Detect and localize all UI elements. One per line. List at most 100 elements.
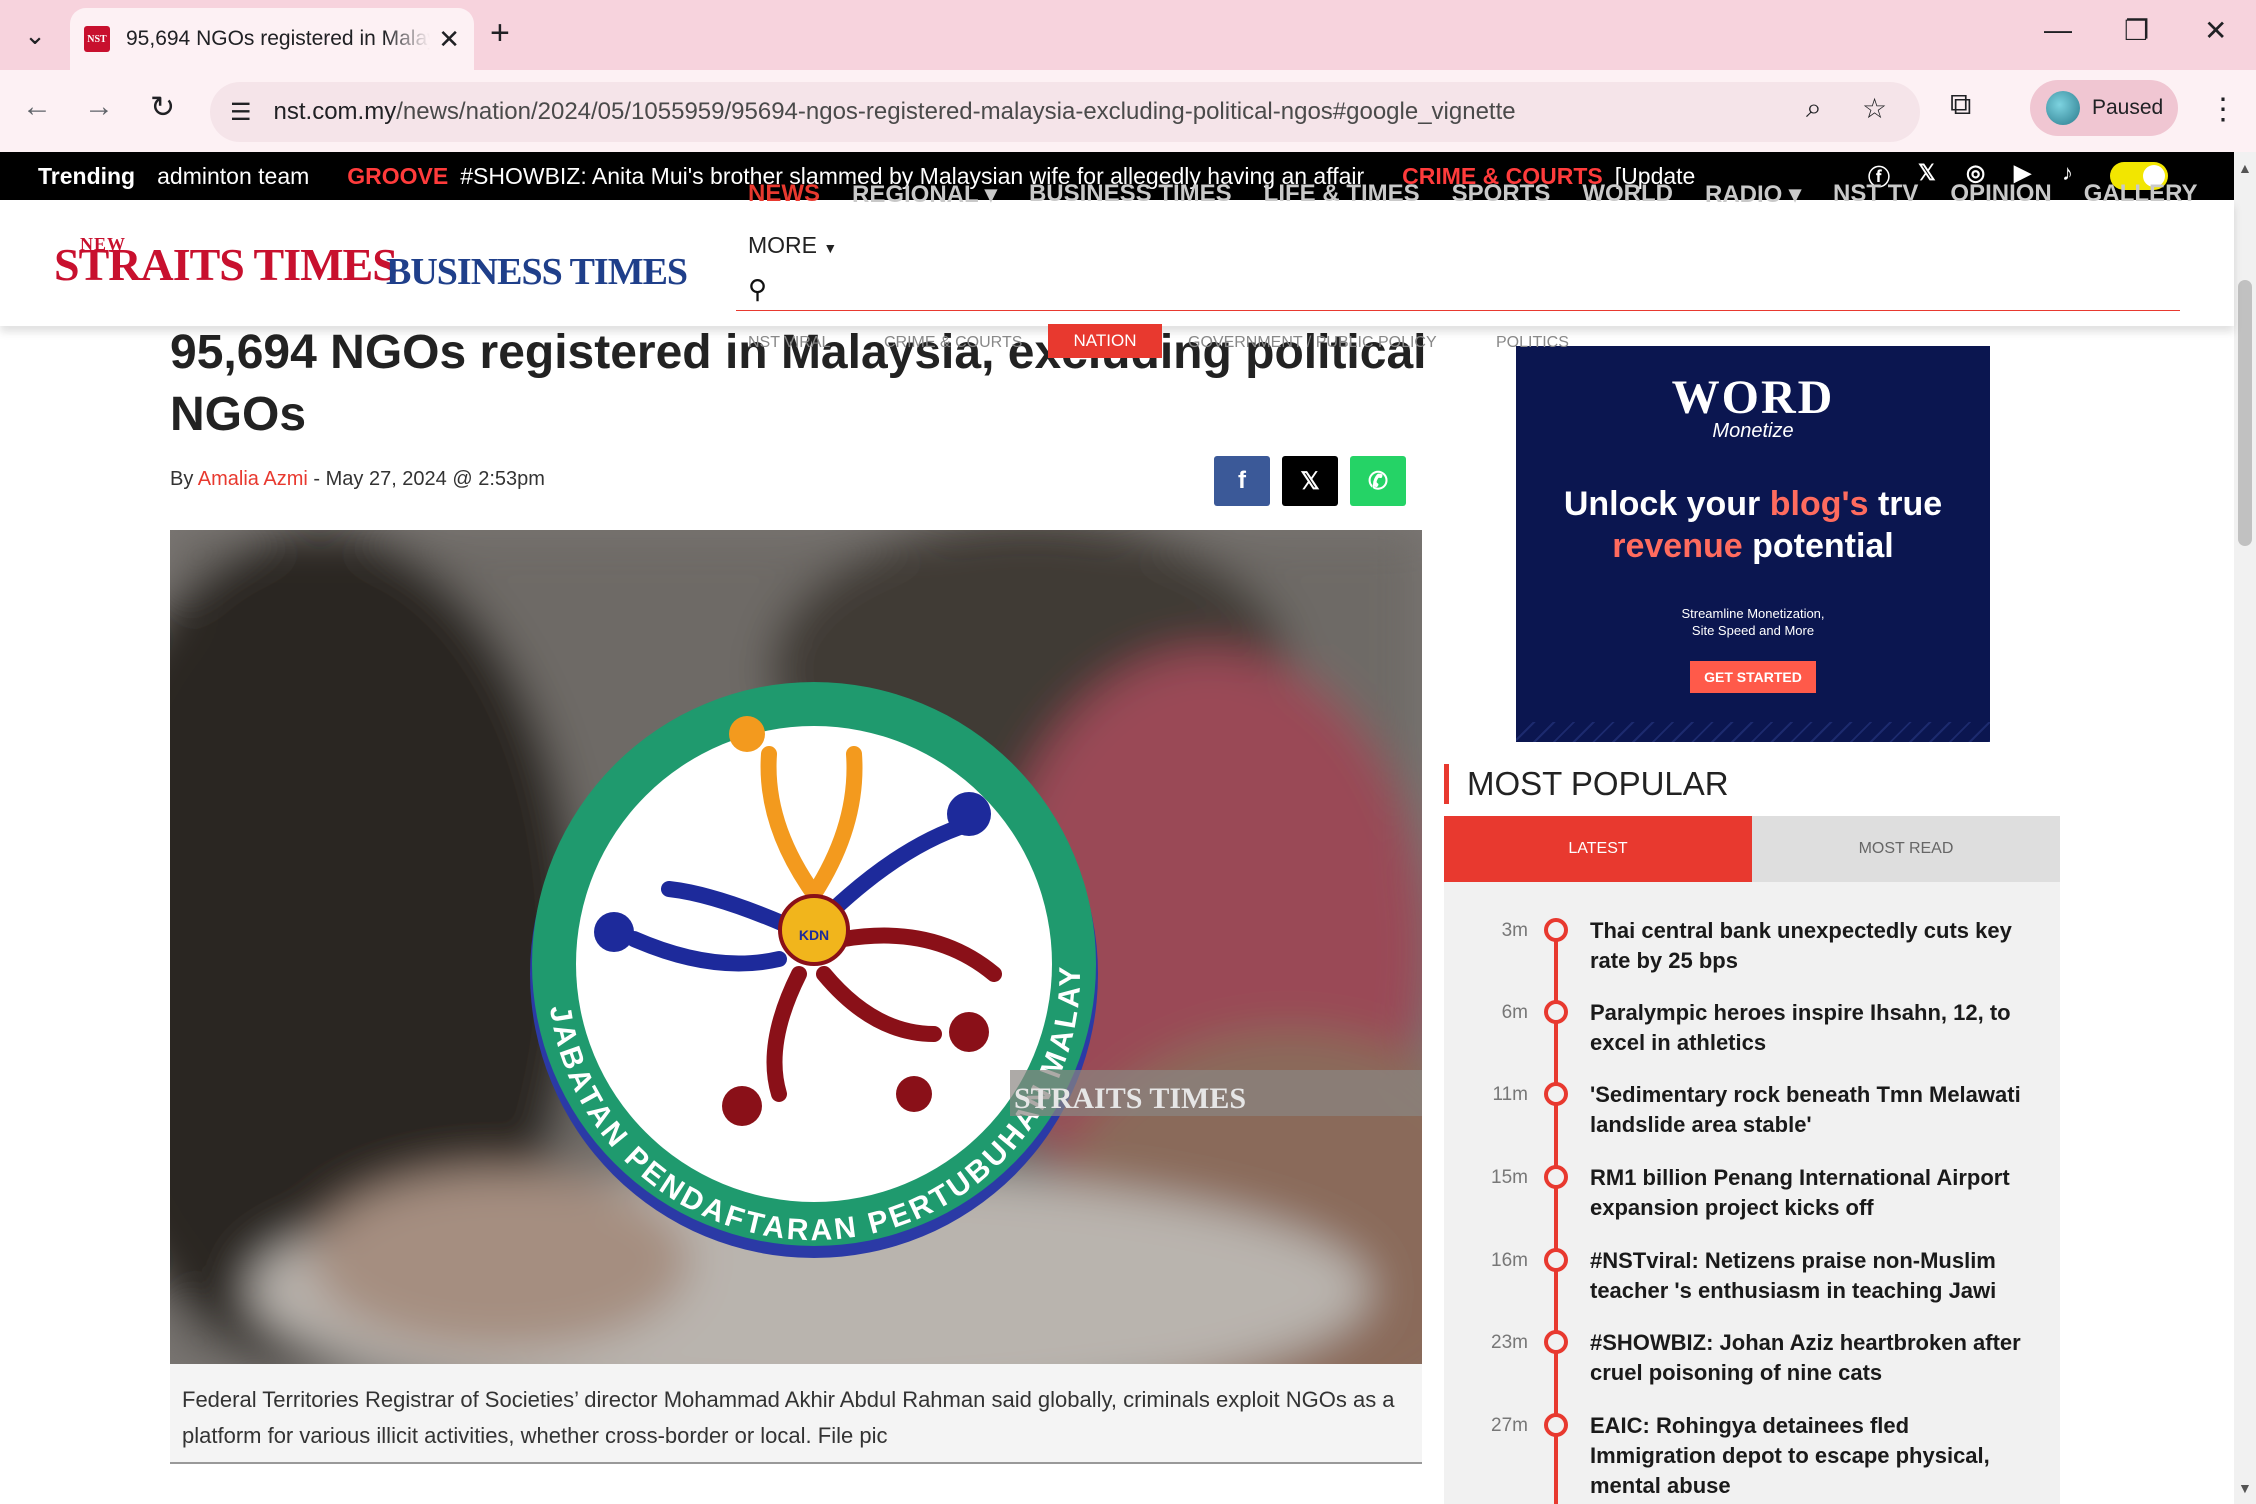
profile-label: Paused [2092, 96, 2164, 119]
business-times-logo[interactable]: BUSINESS TIMES [386, 250, 688, 294]
tab-search-icon[interactable]: ⌄ [12, 12, 58, 58]
tab-latest[interactable]: LATEST [1444, 816, 1752, 882]
most-popular-title: MOST POPULAR [1444, 764, 1729, 804]
nav-nst-tv[interactable]: NST TV [1833, 180, 1918, 209]
ad-headline: Unlock your blog's true revenue potentia… [1563, 485, 1943, 565]
profile-button[interactable]: Paused [2030, 80, 2178, 136]
scroll-up-icon[interactable]: ▲ [2238, 160, 2252, 176]
plus-icon[interactable]: + [490, 14, 510, 53]
trending-category[interactable]: GROOVE [347, 163, 448, 190]
window-close-icon[interactable]: ✕ [2204, 14, 2227, 47]
tab-most-read[interactable]: MOST READ [1752, 816, 2060, 882]
timeline-dot [1544, 1082, 1568, 1106]
nav-life-times[interactable]: LIFE & TIMES [1264, 180, 1420, 209]
zoom-icon[interactable]: ⌕ [1806, 92, 1822, 125]
publish-date: - May 27, 2024 @ 2:53pm [307, 468, 545, 490]
ad-brand-logo: WORD [1671, 371, 1835, 424]
item-headline[interactable]: 'Sedimentary rock beneath Tmn Melawati l… [1590, 1080, 2030, 1140]
avatar [2046, 91, 2080, 125]
item-headline[interactable]: Thai central bank unexpectedly cuts key … [1590, 916, 2030, 976]
byline: By Amalia Azmi - May 27, 2024 @ 2:53pm [170, 468, 545, 490]
kebab-icon[interactable]: ⋮ [2208, 92, 2238, 127]
url-text[interactable]: nst.com.my/news/nation/2024/05/1055959/9… [274, 98, 1516, 126]
site-header: NEW STRAITS TIMES BUSINESS TIMES NEWS RE… [0, 180, 2234, 326]
kdn-badge: KDN [799, 927, 829, 943]
item-time: 16m [1491, 1250, 1528, 1271]
author-link[interactable]: Amalia Azmi [198, 468, 308, 490]
subnav-government[interactable]: GOVERNMENT / PUBLIC POLICY [1188, 334, 1437, 352]
whatsapp-icon: ✆ [1367, 467, 1389, 495]
facebook-share-button[interactable]: f [1214, 456, 1270, 506]
ad-footer-pattern [1516, 722, 1990, 742]
item-headline[interactable]: Paralympic heroes inspire Ihsahn, 12, to… [1590, 998, 2030, 1058]
item-time: 27m [1491, 1415, 1528, 1436]
item-time: 6m [1501, 1002, 1528, 1023]
timeline-dot [1544, 918, 1568, 942]
ad-subtext: Streamline Monetization, Site Speed and M… [1681, 606, 1825, 638]
nav-opinion[interactable]: OPINION [1950, 180, 2051, 209]
nav-world[interactable]: WORLD [1582, 180, 1673, 209]
subnav-nst-viral[interactable]: NST VIRAL [748, 334, 830, 352]
scroll-down-icon[interactable]: ▼ [2238, 1480, 2252, 1496]
browser-toolbar: ← → ↻ ☰ nst.com.my/news/nation/2024/05/1… [0, 70, 2256, 152]
timeline-dot [1544, 1165, 1568, 1189]
page-scrollbar[interactable]: ▲ ▼ [2234, 152, 2256, 1504]
extensions-icon[interactable]: ⧉ [1950, 88, 1971, 122]
sub-nav: NST VIRAL CRIME & COURTS NATION GOVERNME… [748, 324, 1848, 360]
facebook-icon: f [1238, 467, 1246, 494]
item-time: 15m [1491, 1167, 1528, 1188]
item-headline[interactable]: EAIC: Rohingya detainees fled Immigratio… [1590, 1411, 2030, 1501]
timeline-dot [1544, 1248, 1568, 1272]
reload-icon[interactable]: ↻ [150, 90, 175, 125]
caret-down-icon: ▼ [823, 240, 838, 256]
hero-image-art: JABATAN PENDAFTARAN PERTUBUHAN MALAYSIA … [170, 530, 1422, 1364]
item-time: 23m [1491, 1332, 1528, 1353]
browser-tab[interactable]: NST 95,694 NGOs registered in Malaysia, … [70, 8, 474, 70]
address-bar[interactable]: ☰ nst.com.my/news/nation/2024/05/1055959… [210, 82, 1920, 142]
nav-regional[interactable]: REGIONAL ▾ [852, 180, 997, 209]
ad-cta-button[interactable]: GET STARTED [1690, 661, 1816, 693]
whatsapp-share-button[interactable]: ✆ [1350, 456, 1406, 506]
hero-watermark: STRAITS TIMES [1014, 1082, 1246, 1115]
nav-sports[interactable]: SPORTS [1452, 180, 1551, 209]
ad-brand-sub: Monetize [1712, 420, 1794, 442]
timeline-dot [1544, 1330, 1568, 1354]
subnav-politics[interactable]: POLITICS [1496, 334, 1569, 352]
timeline-dot [1544, 1413, 1568, 1437]
nav-news[interactable]: NEWS [748, 180, 820, 209]
close-icon[interactable]: ✕ [438, 24, 460, 55]
site-info-icon[interactable]: ☰ [230, 98, 252, 127]
article-hero-image[interactable]: JABATAN PENDAFTARAN PERTUBUHAN MALAYSIA … [170, 530, 1422, 1364]
scroll-thumb[interactable] [2238, 280, 2252, 546]
trending-item[interactable]: adminton team [157, 163, 309, 190]
nav-gallery[interactable]: GALLERY [2084, 180, 2198, 209]
item-headline[interactable]: RM1 billion Penang International Airport… [1590, 1163, 2030, 1223]
item-time: 3m [1501, 920, 1528, 941]
tab-title: 95,694 NGOs registered in Malaysia, excl… [126, 27, 430, 50]
x-share-button[interactable]: 𝕏 [1282, 456, 1338, 506]
sidebar-ad[interactable]: WORD Monetize Unlock your blog's true re… [1516, 346, 1990, 742]
nst-favicon-icon: NST [84, 26, 110, 52]
item-time: 11m [1492, 1084, 1528, 1105]
star-icon[interactable]: ☆ [1862, 92, 1887, 125]
search-underline [736, 310, 2180, 311]
restore-icon[interactable]: ❐ [2124, 14, 2149, 47]
x-icon: 𝕏 [1300, 467, 1320, 495]
item-headline[interactable]: #SHOWBIZ: Johan Aziz heartbroken after c… [1590, 1328, 2030, 1388]
forward-icon[interactable]: → [84, 90, 114, 124]
trending-label: Trending [38, 162, 136, 189]
tab-bar: ⌄ NST 95,694 NGOs registered in Malaysia… [0, 0, 2256, 70]
subnav-crime-courts[interactable]: CRIME & COURTS [884, 334, 1022, 352]
nst-logo[interactable]: NEW STRAITS TIMES [54, 234, 398, 291]
back-icon[interactable]: ← [22, 90, 52, 124]
most-popular-tabs: LATEST MOST READ [1444, 816, 2060, 882]
item-headline[interactable]: #NSTviral: Netizens praise non-Muslim te… [1590, 1246, 2030, 1306]
subnav-nation[interactable]: NATION [1048, 324, 1162, 358]
more-menu[interactable]: MORE ▼ [748, 232, 837, 259]
nav-business-times[interactable]: BUSINESS TIMES [1029, 180, 1232, 209]
nav-radio[interactable]: RADIO ▾ [1705, 180, 1801, 209]
most-popular-list: 3m Thai central bank unexpectedly cuts k… [1444, 882, 2060, 1504]
minimize-icon[interactable]: — [2044, 14, 2072, 46]
search-icon[interactable]: ⚲ [748, 274, 767, 305]
image-caption: Federal Territories Registrar of Societi… [170, 1364, 1422, 1464]
